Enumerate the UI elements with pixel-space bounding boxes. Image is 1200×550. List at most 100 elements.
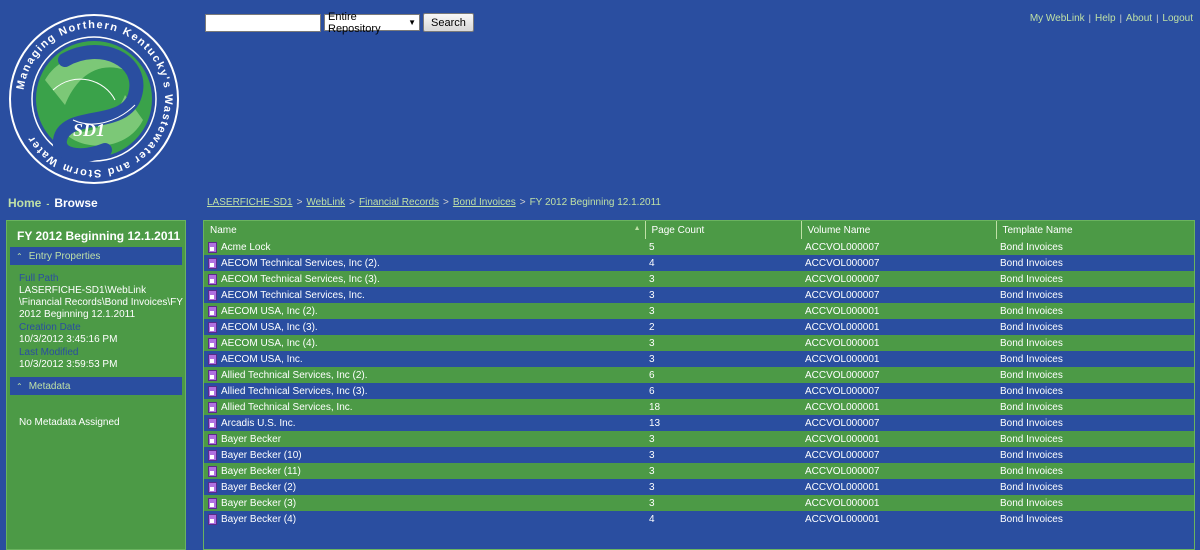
document-name[interactable]: Bayer Becker (221, 434, 281, 445)
table-row[interactable]: Bayer Becker (2) 3 ACCVOL000001 Bond Invoic… (204, 479, 1194, 495)
table-row[interactable]: Allied Technical Services, Inc (2). 6 ACCV… (204, 367, 1194, 383)
table-row[interactable]: Bayer Becker (10) 3 ACCVOL000007 Bond Invoi… (204, 447, 1194, 463)
table-row[interactable]: Arcadis U.S. Inc. 13 ACCVOL000007 Bond Invo… (204, 415, 1194, 431)
document-icon (208, 257, 217, 269)
template-name-cell: Bond Invoices (996, 495, 1194, 511)
about-link[interactable]: About (1126, 13, 1152, 24)
document-name-cell[interactable]: Arcadis U.S. Inc. (204, 415, 645, 431)
breadcrumb-item[interactable]: WebLink (306, 197, 345, 208)
document-icon (208, 321, 217, 333)
volume-name-cell: ACCVOL000007 (801, 463, 996, 479)
page-count-cell: 3 (645, 431, 801, 447)
document-name[interactable]: Bayer Becker (10) (221, 450, 302, 461)
table-row[interactable]: AECOM USA, Inc (4). 3 ACCVOL000001 Bond Inv… (204, 335, 1194, 351)
metadata-value: No Metadata Assigned (19, 417, 120, 428)
document-name-cell[interactable]: Bayer Becker (4) (204, 511, 645, 527)
page-count-cell: 3 (645, 335, 801, 351)
document-name-cell[interactable]: AECOM USA, Inc (4). (204, 335, 645, 351)
document-name-cell[interactable]: Acme Lock (204, 239, 645, 255)
table-row[interactable]: AECOM Technical Services, Inc. 3 ACCVOL000… (204, 287, 1194, 303)
column-header-template-name[interactable]: Template Name (996, 221, 1194, 239)
document-name-cell[interactable]: Allied Technical Services, Inc (3). (204, 383, 645, 399)
table-row[interactable]: Bayer Becker (11) 3 ACCVOL000007 Bond Invoi… (204, 463, 1194, 479)
search-bar: Entire Repository ▼ Search (205, 11, 474, 35)
breadcrumb: LASERFICHE-SD1 > WebLink > Financial Records… (207, 197, 661, 208)
column-header-name[interactable]: Name ▲ (204, 221, 646, 239)
breadcrumb-item[interactable]: Financial Records (359, 197, 439, 208)
search-input[interactable] (205, 13, 321, 32)
template-name-cell: Bond Invoices (996, 239, 1194, 255)
table-row[interactable]: Allied Technical Services, Inc (3). 6 ACCV… (204, 383, 1194, 399)
document-name-cell[interactable]: Bayer Becker (10) (204, 447, 645, 463)
page-count-cell: 3 (645, 479, 801, 495)
volume-name-cell: ACCVOL000007 (801, 383, 996, 399)
documents-table: Name ▲ Page Count Volume Name Template Na… (204, 221, 1194, 527)
document-name[interactable]: AECOM Technical Services, Inc. (221, 290, 365, 301)
table-row[interactable]: Bayer Becker (4) 4 ACCVOL000001 Bond Invoic… (204, 511, 1194, 527)
document-name-cell[interactable]: AECOM Technical Services, Inc (3). (204, 271, 645, 287)
entry-properties-header[interactable]: ⌃ Entry Properties (10, 247, 182, 265)
full-path-label: Full Path (19, 273, 59, 284)
document-name[interactable]: Allied Technical Services, Inc (2). (221, 370, 368, 381)
document-name[interactable]: Acme Lock (221, 242, 270, 253)
metadata-header[interactable]: ⌃ Metadata (10, 377, 182, 395)
page-count-cell: 4 (645, 511, 801, 527)
document-name-cell[interactable]: Allied Technical Services, Inc. (204, 399, 645, 415)
search-button[interactable]: Search (423, 13, 474, 32)
table-row[interactable]: Acme Lock 5 ACCVOL000007 Bond Invoices (204, 239, 1194, 255)
document-name[interactable]: AECOM USA, Inc (3). (221, 322, 318, 333)
template-name-cell: Bond Invoices (996, 463, 1194, 479)
table-row[interactable]: Bayer Becker 3 ACCVOL000001 Bond Invoices (204, 431, 1194, 447)
document-name-cell[interactable]: AECOM USA, Inc (2). (204, 303, 645, 319)
document-name[interactable]: Arcadis U.S. Inc. (221, 418, 295, 429)
column-header-volume-name[interactable]: Volume Name (801, 221, 997, 239)
table-row[interactable]: AECOM USA, Inc. 3 ACCVOL000001 Bond Invoice… (204, 351, 1194, 367)
document-name[interactable]: Allied Technical Services, Inc. (221, 402, 353, 413)
volume-name-cell: ACCVOL000007 (801, 255, 996, 271)
document-name-cell[interactable]: Allied Technical Services, Inc (2). (204, 367, 645, 383)
page-count-cell: 6 (645, 367, 801, 383)
home-link[interactable]: Home (8, 196, 41, 210)
logout-link[interactable]: Logout (1162, 13, 1193, 24)
table-row[interactable]: AECOM Technical Services, Inc (3). 3 ACCVO… (204, 271, 1194, 287)
help-link[interactable]: Help (1095, 13, 1116, 24)
breadcrumb-item[interactable]: LASERFICHE-SD1 (207, 197, 293, 208)
document-name[interactable]: Bayer Becker (11) (221, 466, 301, 477)
top-links: My WebLink | Help | About | Logout (1029, 13, 1193, 24)
sd1-logo: SD1 Managing Northern Kentucky's Wastewa… (5, 10, 183, 188)
document-name[interactable]: Bayer Becker (2) (221, 482, 296, 493)
document-name[interactable]: AECOM USA, Inc. (221, 354, 303, 365)
table-row[interactable]: Allied Technical Services, Inc. 18 ACCVOL0… (204, 399, 1194, 415)
document-name-cell[interactable]: AECOM Technical Services, Inc (2). (204, 255, 645, 271)
page-count-cell: 2 (645, 319, 801, 335)
table-row[interactable]: AECOM USA, Inc (2). 3 ACCVOL000001 Bond Inv… (204, 303, 1194, 319)
collapse-icon: ⌃ (16, 251, 23, 261)
template-name-cell: Bond Invoices (996, 399, 1194, 415)
search-scope-select[interactable]: Entire Repository ▼ (324, 11, 420, 35)
search-scope-value: Entire Repository (328, 10, 381, 35)
volume-name-cell: ACCVOL000001 (801, 303, 996, 319)
document-name-cell[interactable]: Bayer Becker (204, 431, 645, 447)
page-count-cell: 3 (645, 351, 801, 367)
document-name[interactable]: AECOM USA, Inc (4). (221, 338, 318, 349)
template-name-cell: Bond Invoices (996, 479, 1194, 495)
document-name[interactable]: Allied Technical Services, Inc (3). (221, 386, 368, 397)
document-name[interactable]: Bayer Becker (3) (221, 498, 296, 509)
column-header-page-count[interactable]: Page Count (645, 221, 802, 239)
document-name-cell[interactable]: AECOM Technical Services, Inc. (204, 287, 645, 303)
document-name-cell[interactable]: Bayer Becker (2) (204, 479, 645, 495)
document-name-cell[interactable]: AECOM USA, Inc (3). (204, 319, 645, 335)
table-row[interactable]: AECOM USA, Inc (3). 2 ACCVOL000001 Bond Inv… (204, 319, 1194, 335)
breadcrumb-item[interactable]: Bond Invoices (453, 197, 516, 208)
document-name[interactable]: AECOM USA, Inc (2). (221, 306, 318, 317)
document-name[interactable]: AECOM Technical Services, Inc (2). (221, 258, 380, 269)
document-name-cell[interactable]: Bayer Becker (11) (204, 463, 645, 479)
document-name-cell[interactable]: Bayer Becker (3) (204, 495, 645, 511)
document-name-cell[interactable]: AECOM USA, Inc. (204, 351, 645, 367)
table-row[interactable]: Bayer Becker (3) 3 ACCVOL000001 Bond Invoic… (204, 495, 1194, 511)
table-row[interactable]: AECOM Technical Services, Inc (2). 4 ACCVO… (204, 255, 1194, 271)
my-weblink-link[interactable]: My WebLink (1030, 13, 1085, 24)
document-name[interactable]: AECOM Technical Services, Inc (3). (221, 274, 380, 285)
template-name-cell: Bond Invoices (996, 319, 1194, 335)
document-name[interactable]: Bayer Becker (4) (221, 514, 296, 525)
